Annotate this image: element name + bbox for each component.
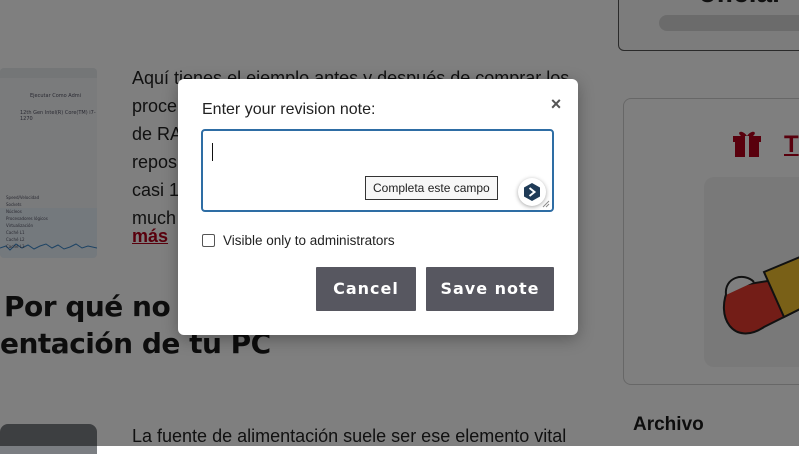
admin-only-checkbox[interactable] [202,234,215,247]
dialog-title: Enter your revision note: [202,101,376,118]
validation-tooltip: Completa este campo [365,176,498,200]
revision-note-textarea[interactable]: Completa este campo [201,129,554,212]
text-caret [212,143,213,161]
cancel-button[interactable]: Cancel [316,267,416,311]
close-icon[interactable]: × [548,95,564,113]
save-note-button[interactable]: Save note [426,267,554,311]
resize-handle-icon[interactable] [542,200,550,208]
admin-only-label[interactable]: Visible only to administrators [223,233,395,248]
revision-note-dialog: Enter your revision note: × Completa est… [178,79,578,335]
